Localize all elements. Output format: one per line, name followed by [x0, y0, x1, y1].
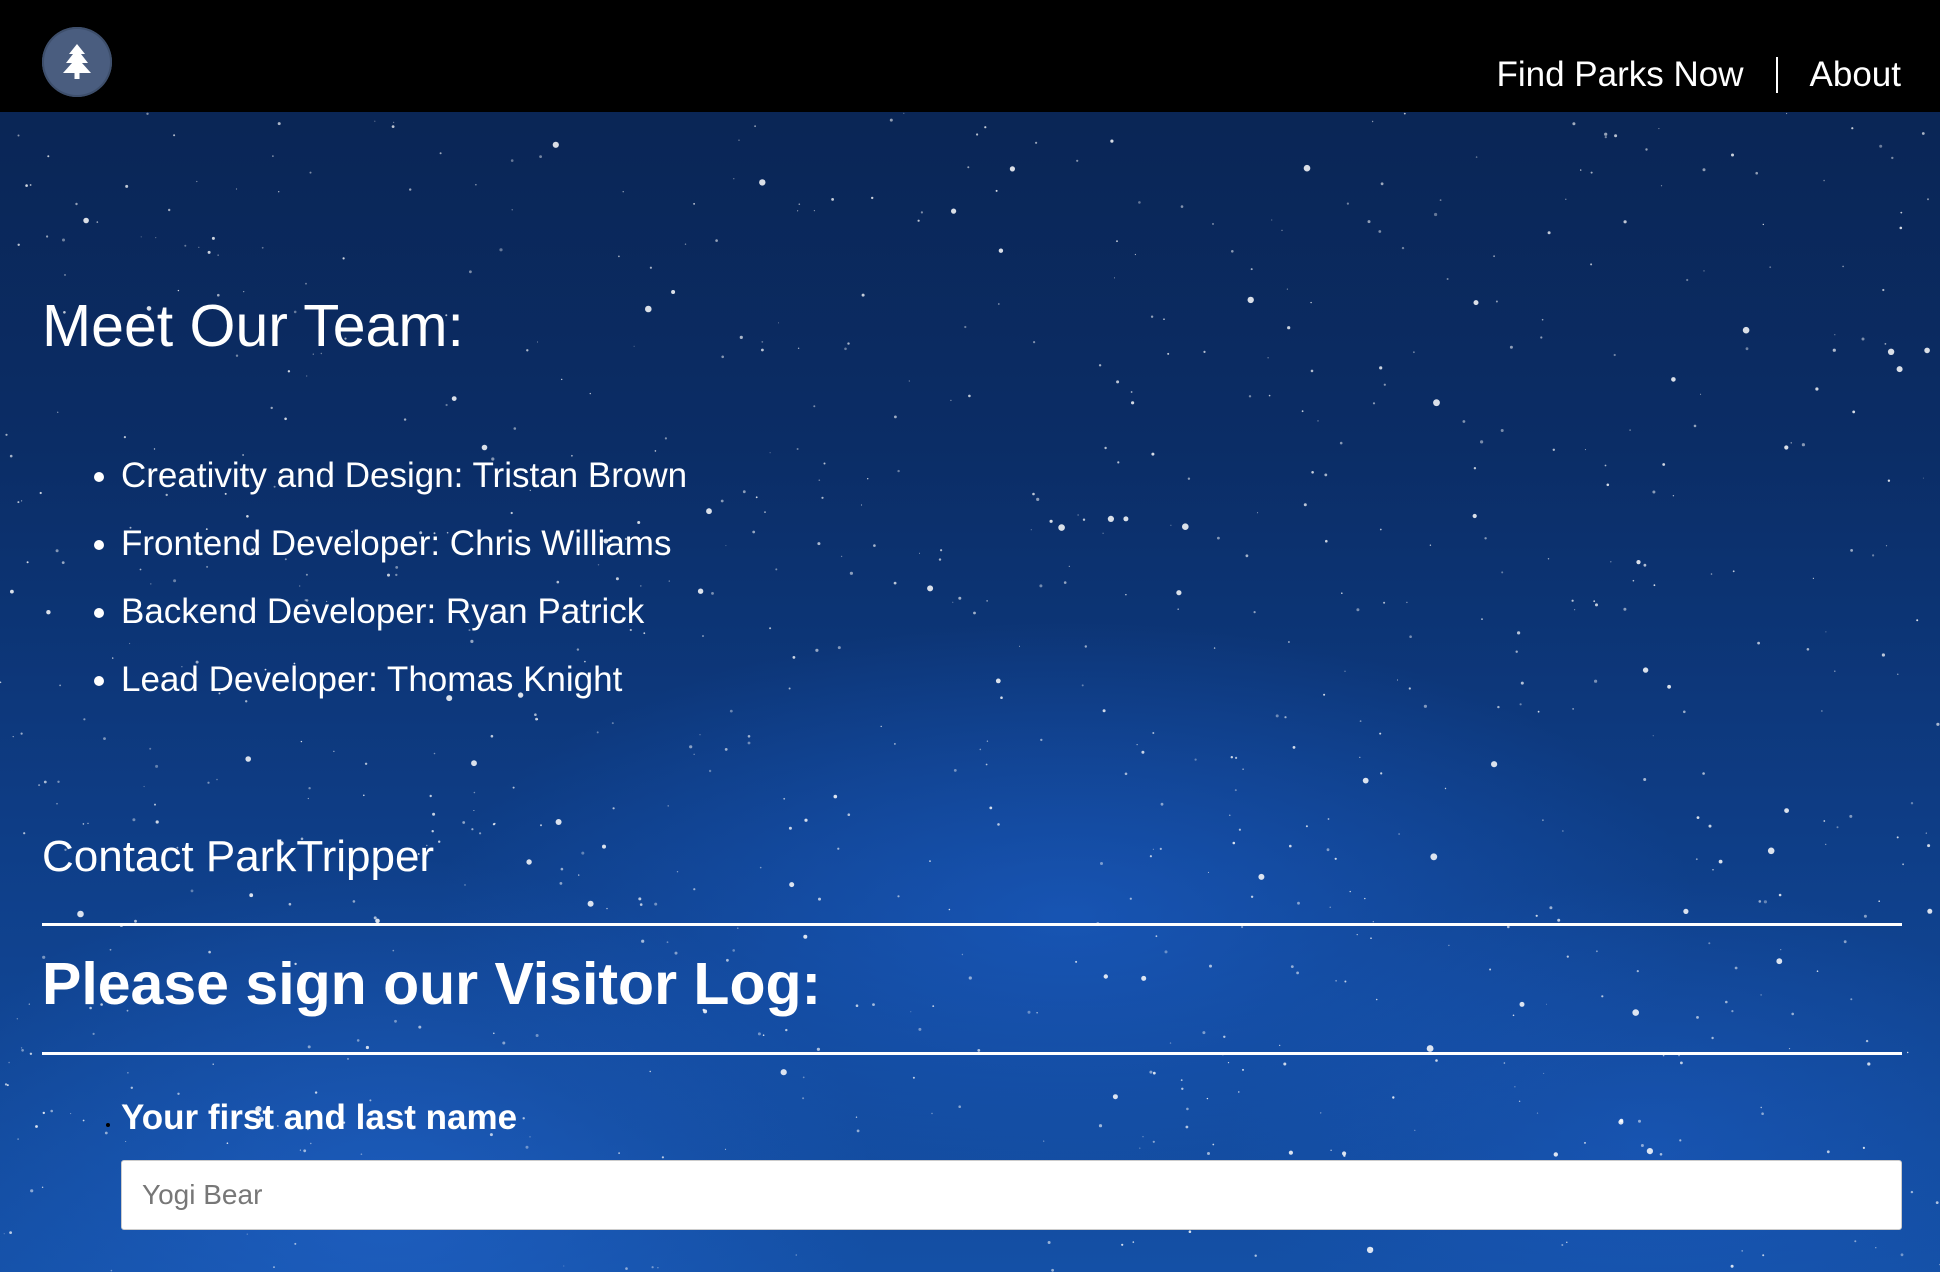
section-divider [42, 923, 1902, 926]
contact-heading: Contact ParkTripper [42, 832, 435, 881]
name-input[interactable] [121, 1160, 1902, 1230]
team-member-item: Frontend Developer: Chris Williams [121, 510, 687, 578]
visitor-log-heading: Please sign our Visitor Log: [42, 951, 822, 1017]
top-navigation-bar: Find Parks Now About [0, 0, 1940, 112]
section-divider [42, 1052, 1902, 1055]
team-list: Creativity and Design: Tristan Brown Fro… [42, 442, 687, 714]
team-member-item: Backend Developer: Ryan Patrick [121, 578, 687, 646]
team-member-item: Lead Developer: Thomas Knight [121, 646, 687, 714]
home-logo[interactable] [42, 27, 112, 97]
team-heading: Meet Our Team: [42, 293, 464, 359]
visitor-log-form: Your first and last name [42, 1084, 1902, 1230]
nav-link-find-parks[interactable]: Find Parks Now [1497, 55, 1744, 95]
nav-link-about[interactable]: About [1810, 55, 1901, 95]
nav-divider [1775, 57, 1778, 93]
team-member-item: Creativity and Design: Tristan Brown [121, 442, 687, 510]
form-field-item: Your first and last name [121, 1084, 1902, 1230]
pine-tree-icon [63, 44, 91, 79]
main-nav: Find Parks Now About [1497, 55, 1902, 95]
name-field-label: Your first and last name [121, 1098, 518, 1137]
